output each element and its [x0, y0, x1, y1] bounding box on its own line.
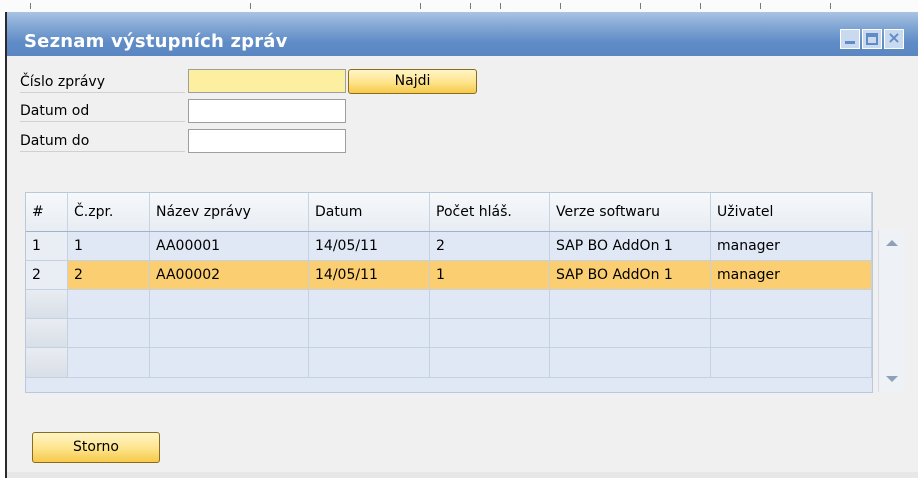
software-cell[interactable]: SAP BO AddOn 1 — [550, 232, 711, 261]
user-cell[interactable]: manager — [711, 261, 872, 290]
date-from-field[interactable] — [188, 99, 346, 123]
column-header-date[interactable]: Datum — [309, 193, 430, 231]
date-to-field[interactable] — [188, 129, 346, 153]
dialog-window: Seznam výstupních zpráv Číslo zprávy Naj… — [7, 12, 918, 478]
title-bar[interactable]: Seznam výstupních zpráv — [7, 12, 918, 56]
date-from-label: Datum od — [20, 100, 185, 122]
column-header-name[interactable]: Název zprávy — [150, 193, 309, 231]
scroll-up-icon[interactable] — [886, 240, 898, 246]
close-icon[interactable] — [884, 28, 904, 49]
row-number[interactable]: 1 — [26, 232, 68, 261]
date-cell[interactable]: 14/05/11 — [309, 232, 430, 261]
maximize-icon[interactable] — [862, 29, 882, 49]
table-scrollbar[interactable] — [878, 230, 905, 392]
window-title: Seznam výstupních zpráv — [24, 31, 288, 52]
minimize-icon[interactable] — [840, 29, 860, 49]
date-to-label: Datum do — [20, 130, 185, 152]
row-number[interactable]: 2 — [26, 261, 68, 290]
message-name-cell[interactable]: AA00002 — [150, 261, 309, 290]
column-header-number[interactable]: Č.zpr. — [68, 193, 150, 231]
date-cell[interactable]: 14/05/11 — [309, 261, 430, 290]
find-button[interactable]: Najdi — [348, 69, 477, 94]
count-cell[interactable]: 1 — [430, 261, 550, 290]
cancel-button[interactable]: Storno — [32, 432, 160, 463]
message-number-field[interactable] — [188, 69, 346, 93]
messages-table: # Č.zpr. Název zprávy Datum Počet hláš. … — [25, 192, 873, 393]
column-header-count[interactable]: Počet hláš. — [430, 193, 550, 231]
column-header-index[interactable]: # — [26, 193, 68, 231]
scroll-down-icon[interactable] — [886, 376, 898, 382]
background-window-strip — [0, 0, 918, 12]
software-cell[interactable]: SAP BO AddOn 1 — [550, 261, 711, 290]
column-header-user[interactable]: Uživatel — [711, 193, 872, 231]
count-cell[interactable]: 2 — [430, 232, 550, 261]
message-number-label: Číslo zprávy — [20, 71, 185, 93]
message-number-cell[interactable]: 1 — [68, 232, 150, 261]
user-cell[interactable]: manager — [711, 232, 872, 261]
message-number-cell[interactable]: 2 — [68, 261, 150, 290]
message-name-cell[interactable]: AA00001 — [150, 232, 309, 261]
column-header-software[interactable]: Verze softwaru — [550, 193, 711, 231]
